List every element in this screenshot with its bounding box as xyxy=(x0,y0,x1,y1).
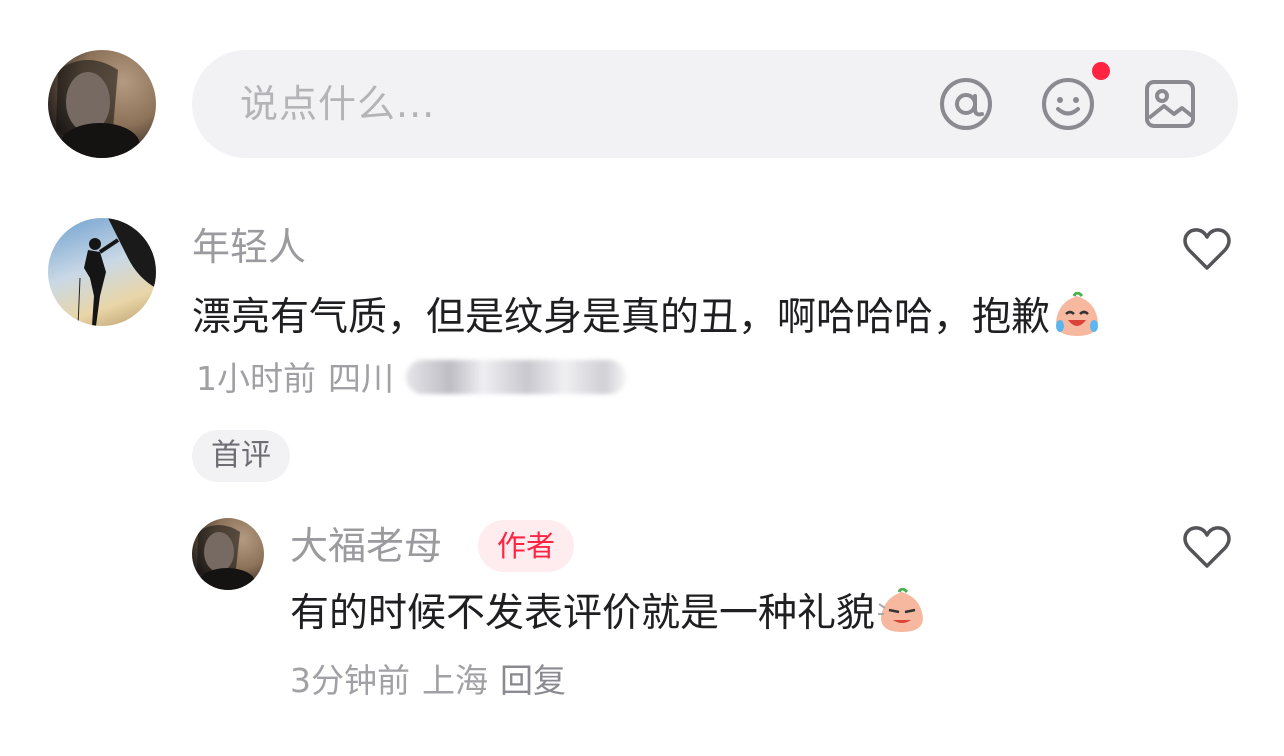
like-heart-icon[interactable] xyxy=(1182,226,1232,272)
emoji-icon[interactable] xyxy=(1040,76,1096,132)
image-icon[interactable] xyxy=(1142,76,1198,132)
current-user-avatar[interactable] xyxy=(48,50,156,158)
comment-body: 漂亮有气质，但是纹身是真的丑，啊哈哈哈，抱歉 xyxy=(192,295,1051,340)
first-comment-badge: 首评 xyxy=(192,430,290,482)
like-heart-icon[interactable] xyxy=(1182,524,1232,570)
comment-text[interactable]: 漂亮有气质，但是纹身是真的丑，啊哈哈哈，抱歉 1小时前 四川 xyxy=(192,288,1112,409)
author-badge: 作者 xyxy=(478,520,574,572)
reply-text[interactable]: 有的时候不发表评价就是一种礼貌 xyxy=(290,584,929,644)
author-username[interactable]: 大福老母 xyxy=(290,520,442,572)
reply-body: 有的时候不发表评价就是一种礼貌 xyxy=(290,591,876,636)
comment-meta: 1小时前 四川 xyxy=(196,359,638,398)
notification-dot xyxy=(1092,62,1110,80)
reply-meta: 3分钟前 上海 回复 xyxy=(290,656,578,706)
comment-input[interactable]: 说点什么... xyxy=(192,50,1238,158)
commenter-avatar[interactable] xyxy=(48,218,156,326)
laugh-cry-emoji-icon xyxy=(1052,291,1102,338)
redacted-region xyxy=(406,360,626,394)
commenter-username[interactable]: 年轻人 xyxy=(192,222,306,272)
comment-time: 1小时前 xyxy=(196,359,316,398)
reply-time: 3分钟前 xyxy=(290,661,410,700)
comment-input-placeholder: 说点什么... xyxy=(240,82,436,126)
comment-location: 四川 xyxy=(328,359,394,398)
reply-button[interactable]: 回复 xyxy=(500,661,566,700)
at-icon[interactable] xyxy=(938,76,994,132)
smirk-emoji-icon xyxy=(877,587,927,634)
reply-location: 上海 xyxy=(422,661,488,700)
author-avatar[interactable] xyxy=(192,518,264,590)
comment-section: 说点什么... 年轻人 漂亮有气质，但是纹身是真的丑，啊哈哈哈，抱歉1小时前 四… xyxy=(0,0,1284,756)
